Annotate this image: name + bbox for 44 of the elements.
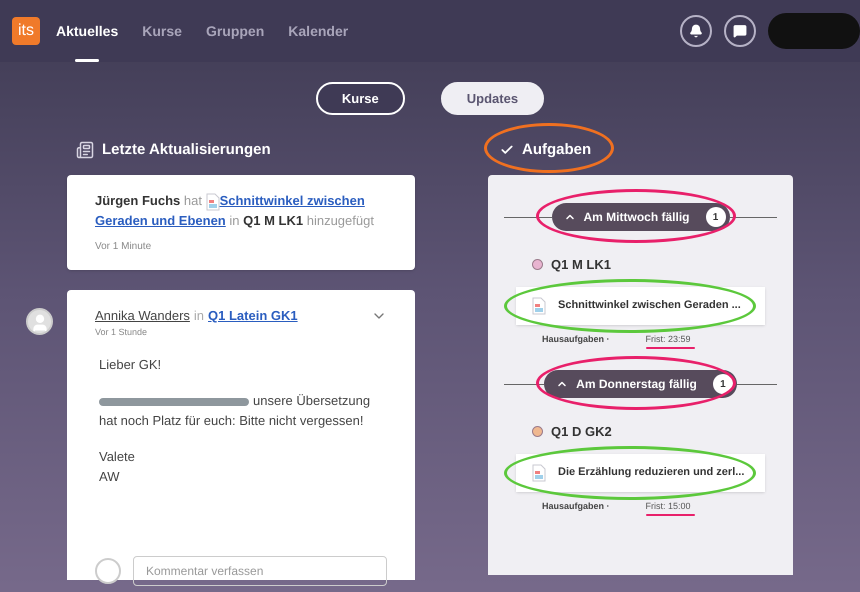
view-toggle-button[interactable]: Kurse [316,82,405,115]
section-title: Letzte Aktualisierungen [102,140,271,160]
task-item[interactable]: Schnittwinkel zwischen Geraden ... [516,286,765,324]
post-body: unsere Übersetzung hat noch Platz für euch: Bitte nicht vergessen! [99,392,372,430]
newspaper-icon [76,141,94,159]
nav-tab[interactable]: Kalender [288,0,348,62]
document-icon [206,192,220,211]
document-icon [532,296,546,314]
bell-icon [689,24,703,38]
notifications-button[interactable] [680,15,712,47]
comment-field[interactable]: Kommentar verfassen [133,556,387,586]
messages-button[interactable] [724,15,756,47]
course-name: Q1 D GK2 [551,423,612,441]
check-icon [500,143,514,157]
update-text: Jürgen Fuchs hat Schnittwinkel zwischen Geraden und Ebenen in Q1 M LK1 hinzugefügt [95,192,375,230]
count-badge: 1 [712,374,733,394]
material-link[interactable]: Geraden und Ebenen [95,213,226,228]
post-author[interactable]: Annika Wanders [95,306,190,326]
course-name: Q1 M LK1 [551,256,611,274]
post-signature: AW [99,468,120,486]
due-group-toggle[interactable]: Am Donnerstag fällig 1 [544,370,737,398]
section-title: Aufgaben [522,140,592,160]
count-badge: 1 [706,207,726,227]
task-type: Hausaufgaben · [542,500,610,513]
task-item[interactable]: Die Erzählung reduzieren und zerl... [516,454,765,492]
avatar [26,308,53,335]
timestamp: Vor 1 Minute [95,240,152,254]
post-greeting: Lieber GK! [99,356,162,374]
material-link[interactable]: Schnittwinkel zwischen [220,193,365,208]
due-group-toggle[interactable]: Am Mittwoch fällig 1 [552,203,730,231]
document-icon [532,464,546,482]
due-time: Frist: 23:59 [646,332,691,346]
post-closing: Valete [99,448,136,466]
group-link[interactable]: Q1 Latein GK1 [208,306,298,326]
post-in: in [194,307,204,325]
chat-bubble-icon [733,24,747,38]
logo: its [12,17,40,45]
timestamp: Vor 1 Stunde [95,326,148,338]
nav-tab[interactable]: Kurse [142,0,182,62]
due-time: Frist: 15:00 [646,500,691,513]
nav-tab[interactable]: Gruppen [206,0,264,62]
nav-tab[interactable]: Aktuelles [56,0,118,62]
task-type: Hausaufgaben · [542,332,610,346]
view-toggle-button[interactable]: Updates [440,82,544,115]
